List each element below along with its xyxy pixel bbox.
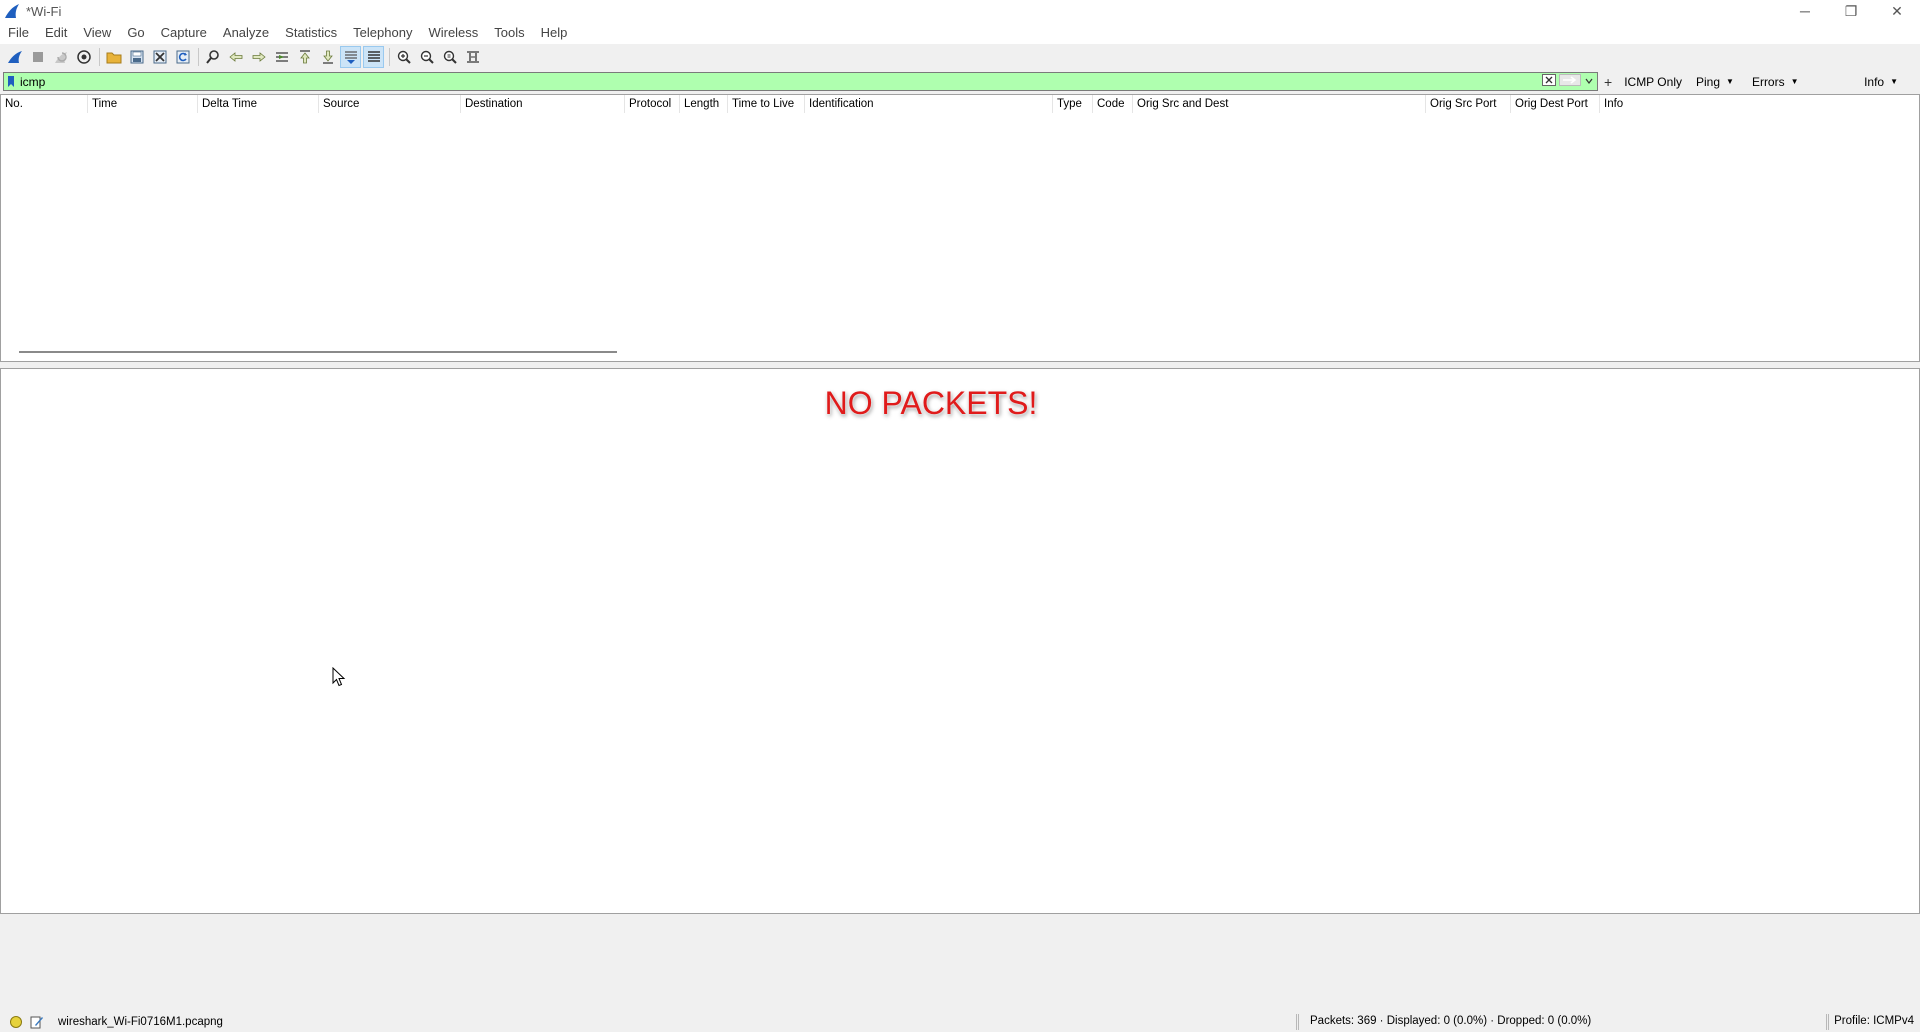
display-filter-box <box>3 72 1598 91</box>
first-packet-icon[interactable] <box>294 46 315 68</box>
filter-button-errors[interactable]: Errors ▼ <box>1752 75 1799 89</box>
filter-button-ping[interactable]: Ping ▼ <box>1696 75 1734 89</box>
filter-box-controls <box>1542 74 1597 89</box>
capture-file-name: wireshark_Wi-Fi0716M1.pcapng <box>58 1016 223 1028</box>
chevron-down-icon: ▼ <box>1790 77 1799 86</box>
packet-counts: Packets: 369 · Displayed: 0 (0.0%) · Dro… <box>1310 1015 1592 1027</box>
recent-filters-dropdown-icon[interactable] <box>1584 75 1594 89</box>
column-header-time-to-live[interactable]: Time to Live <box>728 95 805 113</box>
filter-button-label: Errors <box>1751 74 1785 89</box>
chevron-down-icon: ▼ <box>1890 77 1898 86</box>
apply-filter-arrow-icon[interactable] <box>1559 74 1581 89</box>
filter-bookmark-icon[interactable] <box>4 73 18 90</box>
column-header-orig-src-port[interactable]: Orig Src Port <box>1426 95 1511 113</box>
menu-go[interactable]: Go <box>119 22 152 44</box>
configuration-profile[interactable]: Profile: ICMPv4 <box>1834 1015 1914 1027</box>
menu-tools[interactable]: Tools <box>486 22 532 44</box>
display-filter-bar: + ICMP Only Ping ▼ Errors ▼ Info ▼ <box>0 71 1920 92</box>
display-filter-input[interactable] <box>18 73 1542 90</box>
column-header-protocol[interactable]: Protocol <box>625 95 680 113</box>
no-packets-message: NO PACKETS! <box>824 385 1038 421</box>
packet-list-pane[interactable]: No. Time Delta Time Source Destination P… <box>0 94 1920 362</box>
mouse-cursor-icon <box>332 667 346 687</box>
zoom-normal-icon[interactable] <box>439 46 460 68</box>
open-folder-icon[interactable] <box>103 46 124 68</box>
autoscroll-icon[interactable] <box>340 46 361 68</box>
column-header-time[interactable]: Time <box>88 95 198 113</box>
column-header-code[interactable]: Code <box>1093 95 1133 113</box>
filter-button-label: Ping <box>1695 74 1721 89</box>
toolbar-separator <box>198 48 199 66</box>
chevron-down-icon: ▼ <box>1726 77 1734 86</box>
menu-bar: File Edit View Go Capture Analyze Statis… <box>0 22 1920 44</box>
column-header-identification[interactable]: Identification <box>805 95 1053 113</box>
menu-file[interactable]: File <box>0 22 37 44</box>
menu-wireless[interactable]: Wireless <box>420 22 486 44</box>
main-toolbar <box>0 45 1920 69</box>
capture-options-icon[interactable] <box>73 46 94 68</box>
menu-edit[interactable]: Edit <box>37 22 75 44</box>
wireshark-logo-icon <box>4 3 20 19</box>
zoom-out-icon[interactable] <box>416 46 437 68</box>
filter-button-icmp-only[interactable]: ICMP Only <box>1624 75 1682 89</box>
menu-telephony[interactable]: Telephony <box>345 22 420 44</box>
status-bar: wireshark_Wi-Fi0716M1.pcapng Packets: 36… <box>0 1012 1920 1032</box>
menu-help[interactable]: Help <box>533 22 576 44</box>
filter-button-label: ICMP Only <box>1624 74 1682 89</box>
menu-capture[interactable]: Capture <box>153 22 215 44</box>
shark-fin-start-icon[interactable] <box>4 46 25 68</box>
forward-arrow-icon[interactable] <box>248 46 269 68</box>
title-bar: *Wi-Fi ─ ❐ ✕ <box>0 0 1920 22</box>
add-filter-button-icon[interactable]: + <box>1604 74 1612 90</box>
close-button[interactable]: ✕ <box>1874 0 1920 22</box>
window-controls: ─ ❐ ✕ <box>1782 0 1920 22</box>
packet-list-header: No. Time Delta Time Source Destination P… <box>1 95 1919 113</box>
column-header-destination[interactable]: Destination <box>461 95 625 113</box>
window-title: *Wi-Fi <box>26 3 62 19</box>
colorize-icon[interactable] <box>363 46 384 68</box>
column-header-length[interactable]: Length <box>680 95 728 113</box>
status-separator <box>1826 1014 1829 1030</box>
wireshark-window: *Wi-Fi ─ ❐ ✕ File Edit View Go Capture A… <box>0 0 1920 1032</box>
status-separator <box>1296 1014 1299 1030</box>
resize-columns-icon[interactable] <box>462 46 483 68</box>
close-file-icon[interactable] <box>149 46 170 68</box>
column-header-type[interactable]: Type <box>1053 95 1093 113</box>
horizontal-scrollbar[interactable] <box>19 351 617 353</box>
last-packet-icon[interactable] <box>317 46 338 68</box>
packet-details-pane[interactable]: NO PACKETS! <box>0 368 1920 914</box>
expert-info-status-icon[interactable] <box>10 1016 22 1028</box>
restart-icon[interactable] <box>50 46 71 68</box>
find-icon[interactable] <box>202 46 223 68</box>
column-header-no[interactable]: No. <box>1 95 88 113</box>
stop-icon[interactable] <box>27 46 48 68</box>
minimize-button[interactable]: ─ <box>1782 0 1828 22</box>
column-header-delta-time[interactable]: Delta Time <box>198 95 319 113</box>
capture-comment-edit-icon[interactable] <box>30 1015 44 1029</box>
menu-statistics[interactable]: Statistics <box>277 22 345 44</box>
column-header-orig-src-and-dest[interactable]: Orig Src and Dest <box>1133 95 1426 113</box>
back-arrow-icon[interactable] <box>225 46 246 68</box>
restore-button[interactable]: ❐ <box>1828 0 1874 22</box>
go-to-packet-icon[interactable] <box>271 46 292 68</box>
filter-button-label: Info <box>1864 74 1885 89</box>
filter-button-info[interactable]: Info ▼ <box>1864 75 1898 89</box>
column-header-info[interactable]: Info <box>1600 95 1919 113</box>
save-icon[interactable] <box>126 46 147 68</box>
menu-view[interactable]: View <box>75 22 119 44</box>
clear-filter-icon[interactable] <box>1542 74 1556 89</box>
reload-icon[interactable] <box>172 46 193 68</box>
column-header-source[interactable]: Source <box>319 95 461 113</box>
zoom-in-icon[interactable] <box>393 46 414 68</box>
column-header-orig-dest-port[interactable]: Orig Dest Port <box>1511 95 1600 113</box>
toolbar-separator <box>99 48 100 66</box>
menu-analyze[interactable]: Analyze <box>215 22 277 44</box>
toolbar-separator <box>389 48 390 66</box>
